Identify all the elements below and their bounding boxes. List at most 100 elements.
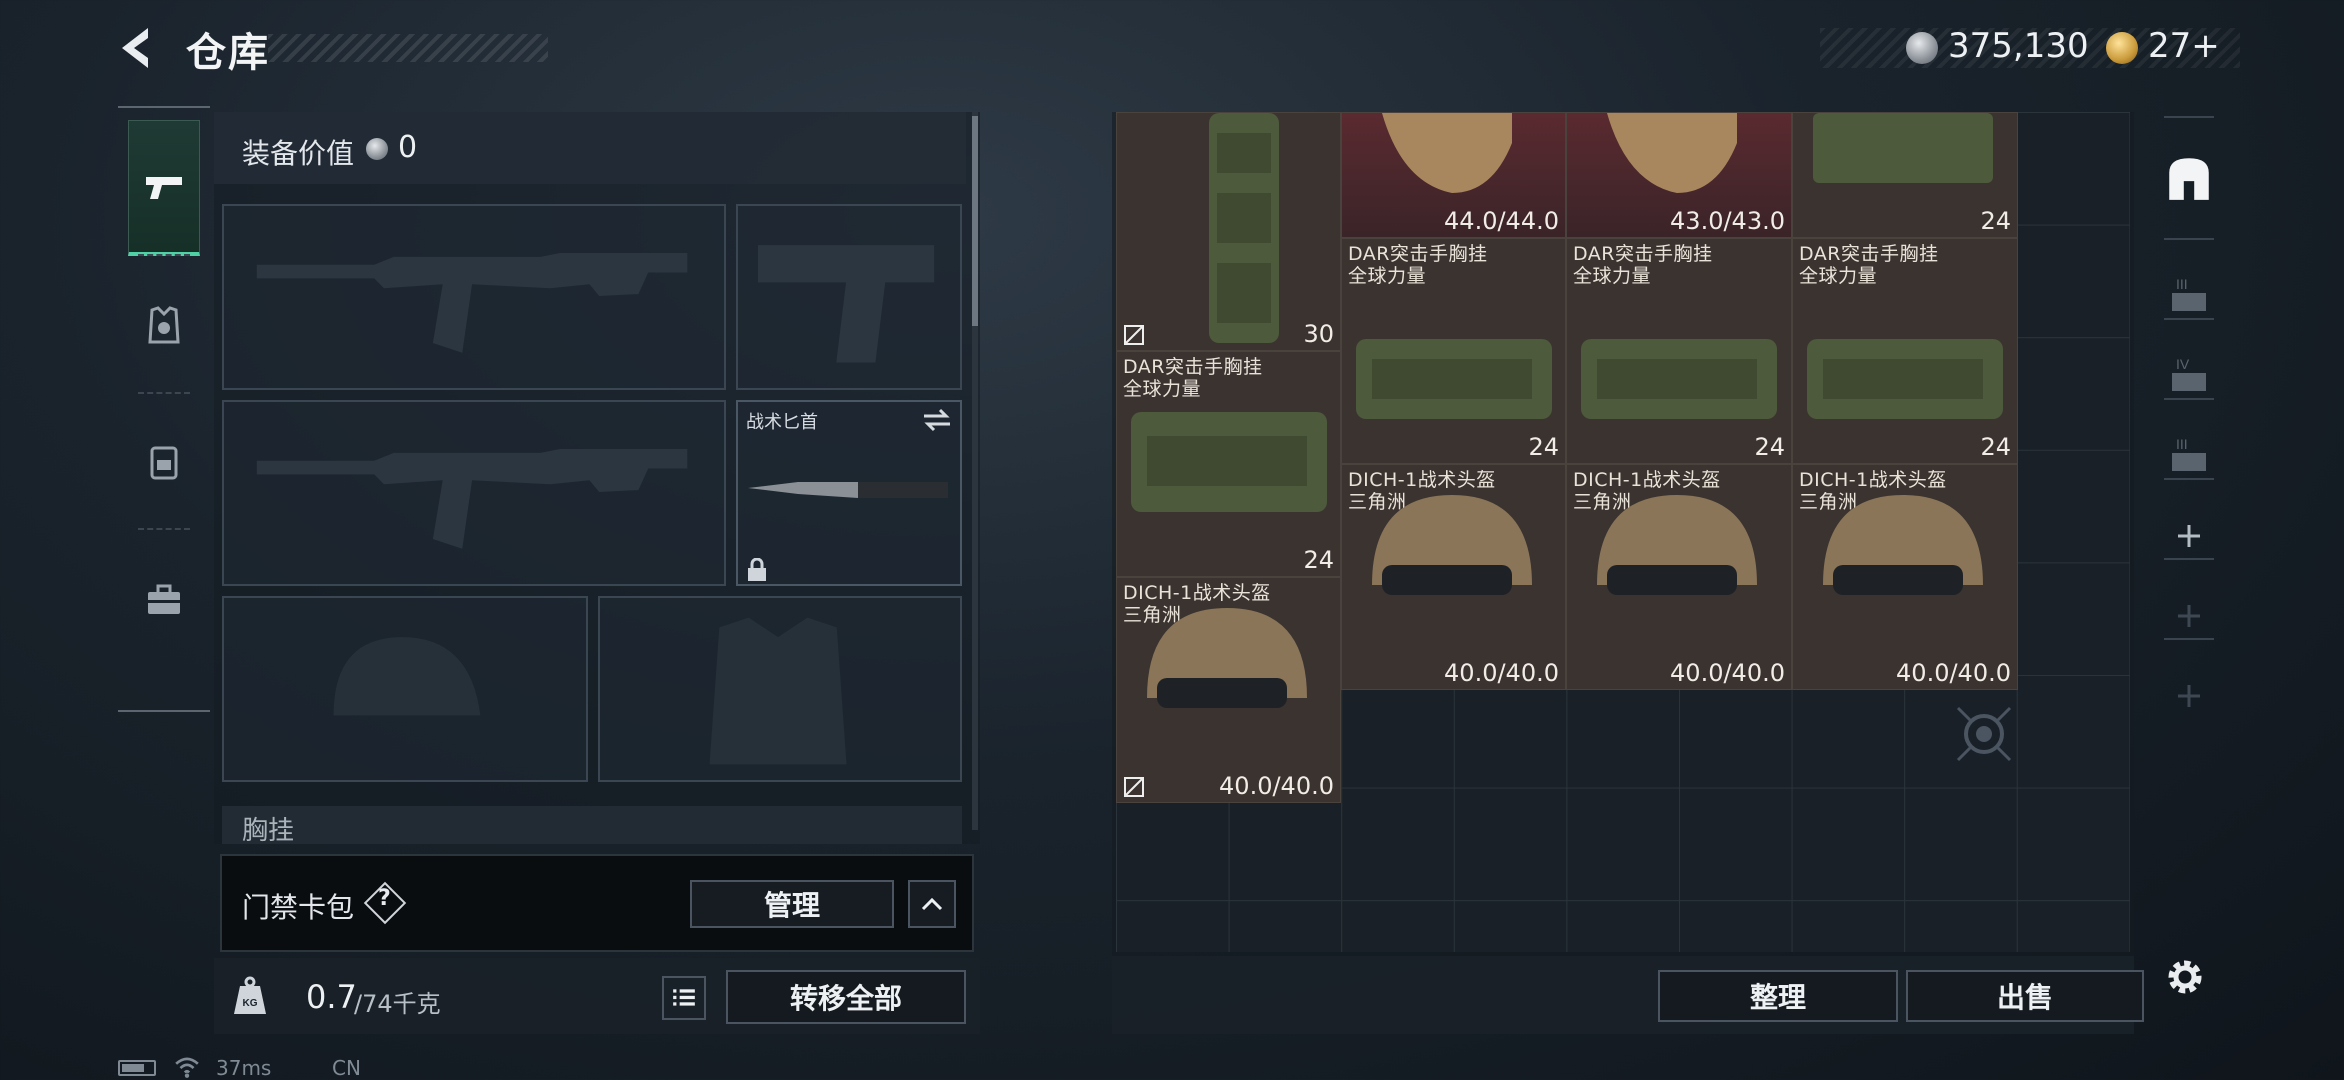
transfer-all-button[interactable]: 转移全部: [726, 970, 966, 1024]
item-value: 24: [1980, 207, 2011, 235]
stash-item-helmet[interactable]: DICH-1战术头盔 三角洲 40.0/40.0: [1566, 464, 1792, 690]
item-value: 44.0/44.0: [1444, 207, 1559, 235]
chest-rig-item-icon: [1581, 339, 1777, 419]
stash-tier-icon: IV: [2172, 356, 2206, 391]
stash-panel: 30 44.0/44.0 43.0/43.0 24 DAR突击手胸挂 全球力量: [1112, 112, 2134, 960]
tab-armor[interactable]: [128, 258, 200, 394]
stash-item-backpack[interactable]: 30: [1116, 112, 1341, 351]
plus-icon: [2178, 605, 2200, 627]
stash-item-chest-rig[interactable]: DAR突击手胸挂 全球力量 24: [1116, 351, 1341, 577]
chest-rig-item-icon: [1807, 339, 2003, 419]
helmet-silhouette-icon: [333, 637, 481, 716]
item-value: 24: [1528, 433, 1559, 461]
help-icon-glyph: ?: [378, 886, 391, 911]
tab-backpack[interactable]: [128, 394, 200, 530]
stash-item-helmet-red[interactable]: 43.0/43.0: [1566, 112, 1792, 238]
primary-weapon-slot[interactable]: [222, 204, 726, 390]
title-stripe: [268, 34, 548, 62]
armor-silhouette-icon: [709, 617, 847, 765]
collapse-button[interactable]: [908, 880, 956, 928]
body-armor-slot[interactable]: [598, 596, 962, 782]
no-insure-icon: [1124, 325, 1144, 345]
item-value: 24: [1754, 433, 1785, 461]
keycard-bar: 门禁卡包 ? 管理: [220, 854, 974, 952]
sell-button[interactable]: 出售: [1906, 970, 2144, 1022]
stash-actions: 整理 出售: [1112, 956, 2144, 1034]
tab-weapons[interactable]: [128, 120, 200, 256]
item-value: 40.0/40.0: [1896, 659, 2011, 687]
tab-divider: [2164, 238, 2214, 240]
list-view-button[interactable]: [662, 976, 706, 1020]
add-stash-button[interactable]: [2158, 646, 2220, 746]
tab-main-stash[interactable]: [2158, 128, 2220, 228]
tab-divider: [2164, 318, 2214, 320]
weight-max: /74千克: [354, 990, 441, 1018]
svg-text:KG: KG: [243, 998, 258, 1009]
backpack-item-icon: [1209, 113, 1279, 343]
melee-slot[interactable]: 战术匕首: [736, 400, 962, 586]
gold-amount[interactable]: 27+: [2148, 26, 2220, 66]
pistol-silhouette-icon: [758, 245, 935, 363]
chest-rig-item-icon: [1131, 412, 1327, 512]
stash-home-icon: [2169, 158, 2209, 200]
silver-amount: 375,130: [1948, 26, 2089, 66]
manage-button[interactable]: 管理: [690, 880, 894, 928]
tab-divider: [2164, 638, 2214, 640]
stash-item-chest-rig[interactable]: DAR突击手胸挂 全球力量 24: [1566, 238, 1792, 464]
briefcase-icon: [148, 584, 180, 614]
tab-divider: [138, 528, 190, 530]
list-icon: [673, 989, 695, 1006]
plus-icon: [2178, 685, 2200, 707]
stash-item-chest-rig[interactable]: DAR突击手胸挂 全球力量 24: [1341, 238, 1566, 464]
equipment-value-label: 装备价值: [242, 137, 355, 170]
equipment-panel: 装备价值 0 战术匕首 胸挂: [214, 112, 980, 844]
chest-rig-item-icon: [1356, 339, 1552, 419]
silver-coin-icon: [1906, 32, 1938, 64]
stash-tier-icon: III: [2172, 436, 2206, 471]
chest-rig-label: 胸挂: [242, 816, 295, 844]
rifle-silhouette-icon: [256, 252, 688, 353]
settings-button[interactable]: [2162, 954, 2208, 1000]
no-insure-icon: [1124, 777, 1144, 797]
pistol-slot[interactable]: [736, 204, 962, 390]
secondary-weapon-slot[interactable]: [222, 400, 726, 586]
stash-tabs: III IV III: [2144, 112, 2234, 960]
stash-item-chest-rig[interactable]: 24: [1792, 112, 2018, 238]
tab-divider: [2164, 478, 2214, 480]
weight-current: 0.7: [306, 978, 357, 1016]
battery-icon: [118, 1060, 156, 1076]
weight-kg-icon: KG: [234, 976, 266, 1014]
helmet-item-icon: [1147, 608, 1307, 708]
item-value: 40.0/40.0: [1670, 659, 1785, 687]
stash-item-helmet[interactable]: DICH-1战术头盔 三角洲 40.0/40.0: [1792, 464, 2018, 690]
category-tabs: [118, 106, 210, 712]
knife-icon: [748, 482, 948, 498]
helmet-slot[interactable]: [222, 596, 588, 782]
gear-icon: [2168, 960, 2202, 994]
stash-item-helmet[interactable]: DICH-1战术头盔 三角洲 40.0/40.0: [1116, 577, 1341, 803]
stash-item-chest-rig[interactable]: DAR突击手胸挂 全球力量 24: [1792, 238, 2018, 464]
chevron-up-icon: [921, 897, 943, 911]
helmet-item-icon: [1823, 495, 1983, 595]
weight-bar: KG 0.7 /74千克 转移全部: [214, 958, 980, 1034]
backpack-icon: [150, 446, 178, 480]
plus-icon: [2178, 525, 2200, 547]
tab-case[interactable]: [128, 532, 200, 668]
lock-icon: [748, 558, 766, 581]
stash-item-helmet-red[interactable]: 44.0/44.0: [1341, 112, 1566, 238]
back-button[interactable]: [112, 22, 164, 74]
tab-divider: [2164, 558, 2214, 560]
organize-button[interactable]: 整理: [1658, 970, 1898, 1022]
tab-divider: [2164, 398, 2214, 400]
stash-grid[interactable]: 30 44.0/44.0 43.0/43.0 24 DAR突击手胸挂 全球力量: [1116, 112, 2130, 952]
stash-item-helmet[interactable]: DICH-1战术头盔 三角洲 40.0/40.0: [1341, 464, 1566, 690]
chest-rig-row: 胸挂: [222, 806, 962, 844]
item-value: 24: [1303, 546, 1334, 574]
crosshair-icon: [1956, 706, 2012, 762]
helmet-item-icon: [1597, 495, 1757, 595]
item-value: 24: [1980, 433, 2011, 461]
equipment-value: 0: [398, 130, 418, 165]
svg-text:III: III: [2176, 436, 2188, 452]
equipment-scroll-thumb[interactable]: [972, 116, 978, 326]
wifi-icon: [174, 1056, 200, 1080]
